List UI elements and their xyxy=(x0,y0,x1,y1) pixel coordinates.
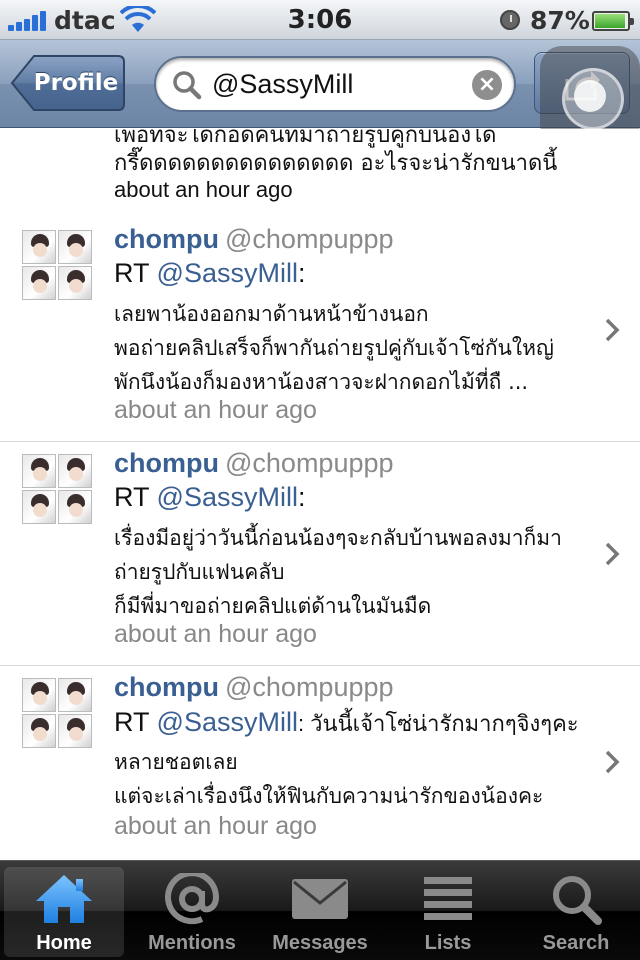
tweet-author-handle: @chompuppp xyxy=(225,224,394,254)
at-icon xyxy=(165,873,220,925)
tweet-text-line: เลยพาน้องออกมาด้านหน้าข้างนอก xyxy=(114,302,429,326)
tweet-text-line: กรี๊ดดดดดดดดดดดดดดด อะไรจะน่ารักขนาดนี้ xyxy=(114,151,558,176)
retweet-prefix: RT xyxy=(114,707,157,737)
search-input[interactable] xyxy=(212,64,462,104)
mention-link[interactable]: @SassyMill xyxy=(157,258,298,288)
tweet-time: about an hour ago xyxy=(114,177,293,202)
profile-back-button[interactable]: Profile xyxy=(10,54,126,112)
tab-home[interactable]: Home xyxy=(4,867,124,957)
status-bar: dtac 3:06 87% xyxy=(0,0,640,40)
home-icon xyxy=(36,875,92,923)
back-button-label: Profile xyxy=(33,70,119,96)
mention-link[interactable]: @SassyMill xyxy=(157,482,298,512)
tweet-text-line: แต่จะเล่าเรื่องนึงให้ฟินกับความน่ารักของ… xyxy=(114,784,544,808)
chevron-right-icon xyxy=(605,542,620,566)
tab-mentions[interactable]: Mentions xyxy=(132,867,252,957)
clear-search-icon[interactable]: × xyxy=(472,70,502,100)
tweet-text-line: พอถ่ายคลิปเสร็จก็พากันถ่ายรูปคู่กับเจ้าโ… xyxy=(114,336,554,360)
battery-percentage: 87% xyxy=(530,6,590,35)
tweet-time: about an hour ago xyxy=(114,396,317,424)
tweet-time: about an hour ago xyxy=(114,812,317,840)
tab-label: Lists xyxy=(424,932,472,954)
avatar[interactable] xyxy=(22,230,92,300)
tweet-item[interactable]: chompu @chompuppp RT @SassyMill: วันนี้เจ… xyxy=(0,666,640,860)
retweet-colon: : xyxy=(297,482,306,512)
tab-label: Mentions xyxy=(148,932,236,954)
tweet-text-line: ก็มีพี่มาขอถ่ายคลิปแต่ด้านในมันมืด xyxy=(114,594,432,618)
tweet-item[interactable]: chompu @chompuppp RT @SassyMill: เรื่องมี… xyxy=(0,442,640,666)
retweet-colon: : xyxy=(297,258,306,288)
tweet-item[interactable]: chompu @chompuppp RT @SassyMill: เลยพาน้อ… xyxy=(0,218,640,442)
chevron-right-icon xyxy=(605,750,620,774)
tweet-text-line: ถ่ายรูปกับแฟนคลับ xyxy=(114,560,285,584)
tab-label: Search xyxy=(542,932,610,954)
tweet-list[interactable]: เพื่อที่จะได้กอดคนที่มาถ่ายรูปคู่กับน้อง… xyxy=(0,129,640,860)
search-field[interactable]: × xyxy=(154,56,516,112)
tweet-time: about an hour ago xyxy=(114,620,317,648)
battery-icon xyxy=(592,11,634,31)
tweet-author-handle: @chompuppp xyxy=(225,672,394,702)
avatar[interactable] xyxy=(22,678,92,748)
retweet-prefix: RT xyxy=(114,258,157,288)
tweet-text-line: หลายชอตเลย xyxy=(114,750,238,774)
tweet-author-name: chompu xyxy=(114,448,219,478)
tab-label: Messages xyxy=(272,932,368,954)
tab-messages[interactable]: Messages xyxy=(260,867,380,957)
search-icon xyxy=(553,876,602,925)
list-icon xyxy=(424,877,472,920)
tab-search[interactable]: Search xyxy=(516,867,636,957)
magnifier-icon xyxy=(173,71,202,100)
tab-lists[interactable]: Lists xyxy=(388,867,508,957)
navigation-bar: Profile × xyxy=(0,40,640,146)
tweet-author-name: chompu xyxy=(114,224,219,254)
tab-bar: Home Mentions Messages Lists Search xyxy=(0,860,640,960)
tweet-text-line: เรื่องมีอยู่ว่าวันนี้ก่อนน้องๆจะกลับบ้าน… xyxy=(114,526,562,550)
retweet-prefix: RT xyxy=(114,482,157,512)
alarm-clock-icon xyxy=(500,10,520,30)
chevron-right-icon xyxy=(605,318,620,342)
tweet-author-handle: @chompuppp xyxy=(225,448,394,478)
tweet-text-inline: : วันนี้เจ้าโซ่น่ารักมากๆจิงๆคะ xyxy=(297,711,579,736)
avatar[interactable] xyxy=(22,454,92,524)
tab-label: Home xyxy=(36,932,92,954)
envelope-icon xyxy=(292,879,348,919)
tweet-author-name: chompu xyxy=(114,672,219,702)
tweet-text-line: พักนึงน้องก็มองหาน้องสาวจะฝากดอกไม้ที่ถื… xyxy=(114,370,529,394)
mention-link[interactable]: @SassyMill xyxy=(157,707,298,737)
